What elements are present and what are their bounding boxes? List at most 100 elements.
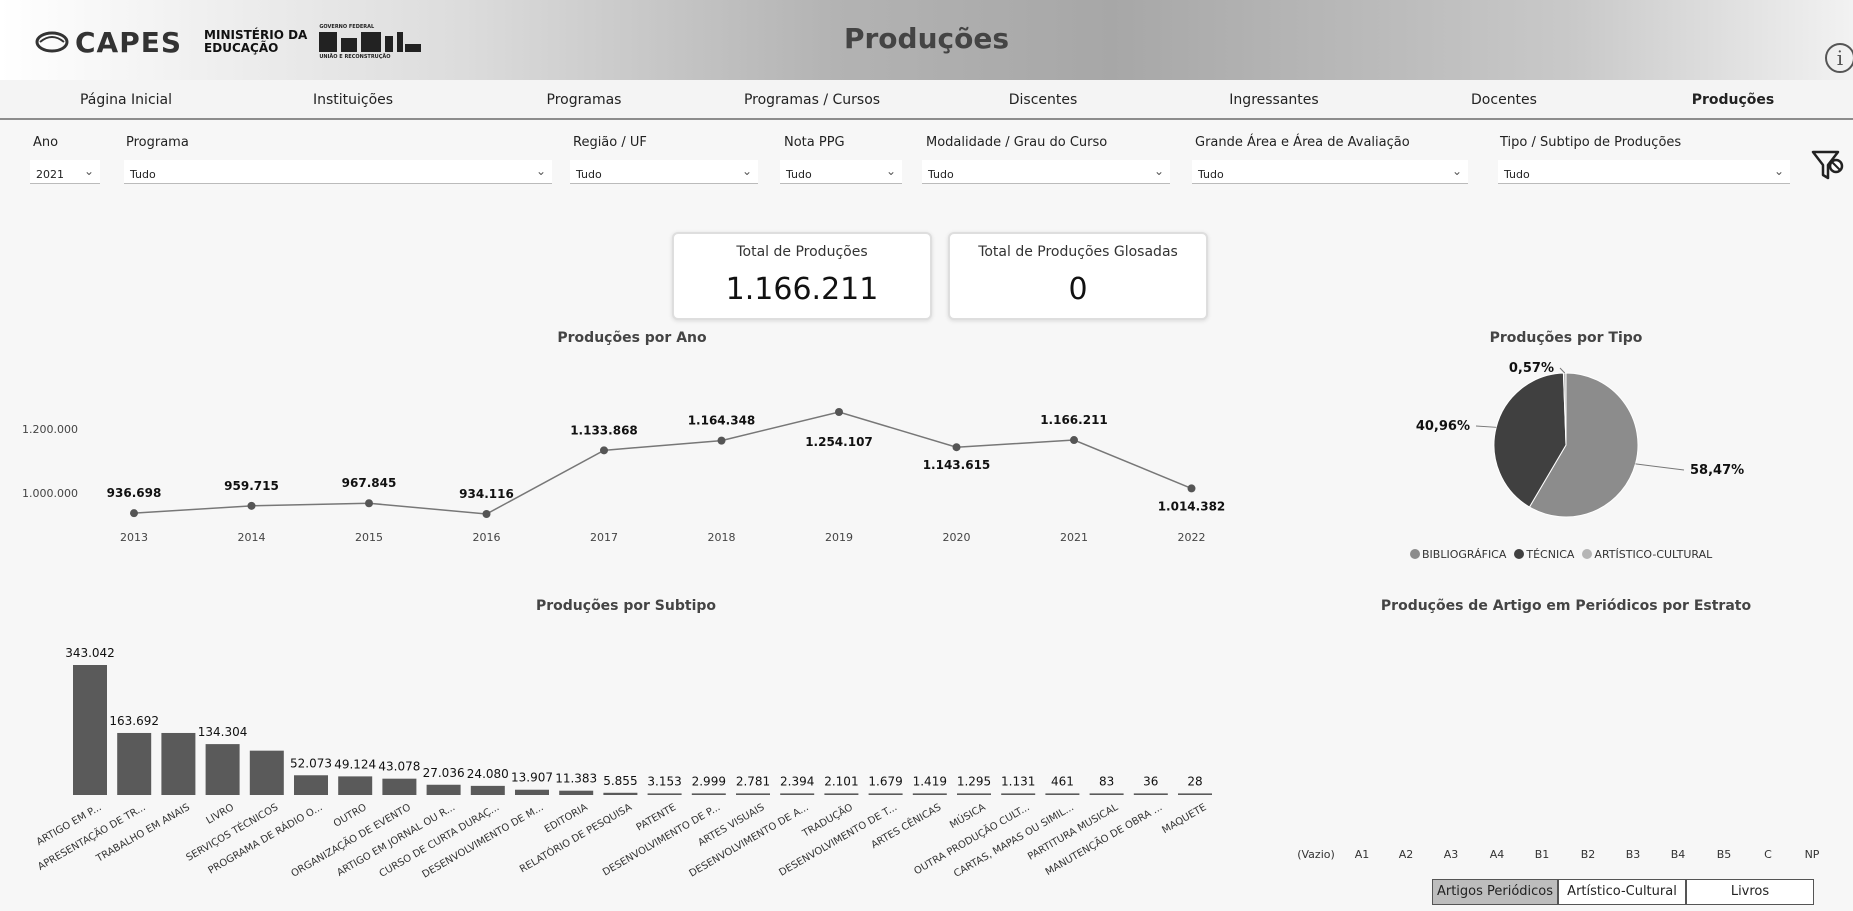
data-label: 43.078 xyxy=(378,760,420,774)
data-label: 24.080 xyxy=(467,767,509,781)
filter-nota-select[interactable]: Tudo ⌄ xyxy=(780,160,902,184)
data-label: 934.116 xyxy=(459,487,514,501)
bar[interactable] xyxy=(1089,793,1124,795)
data-label: 1.254.107 xyxy=(805,435,873,449)
pie-leader-line xyxy=(1475,425,1497,428)
bar[interactable] xyxy=(1045,793,1080,795)
bar[interactable] xyxy=(161,732,196,795)
bar-chart: 343.042ARTIGO EM P...163.692APRESENTAÇÃO… xyxy=(35,646,1212,881)
x-tick-label: 2014 xyxy=(238,531,266,544)
line-point[interactable] xyxy=(247,501,256,510)
tab-instituicoes[interactable]: Instituições xyxy=(313,92,393,108)
line-point[interactable] xyxy=(1187,484,1196,493)
data-label: 343.042 xyxy=(65,646,115,660)
bar[interactable] xyxy=(426,784,461,795)
tab-producoes[interactable]: Produções xyxy=(1692,92,1775,108)
data-label: 5.855 xyxy=(603,774,637,788)
bar-chart-title: Produções por Subtipo xyxy=(535,598,717,614)
x-tick-label: 2013 xyxy=(120,531,148,544)
bar[interactable] xyxy=(559,790,594,795)
data-label: 163.692 xyxy=(109,714,159,728)
info-icon[interactable]: i xyxy=(1825,43,1853,73)
filter-programa-select[interactable]: Tudo ⌄ xyxy=(124,160,552,184)
filter-label-nota: Nota PPG xyxy=(784,135,845,150)
toggle-artistico-cultural[interactable]: Artístico-Cultural xyxy=(1558,879,1686,905)
x-tick-label: MÚSICA xyxy=(947,800,987,831)
data-label: 49.124 xyxy=(334,757,376,771)
line-point[interactable] xyxy=(717,436,726,445)
line-point[interactable] xyxy=(600,446,608,455)
bar[interactable] xyxy=(1133,793,1168,795)
line-point[interactable] xyxy=(365,499,373,508)
line-point[interactable] xyxy=(835,408,843,416)
data-label: 52.073 xyxy=(290,756,332,770)
legend-item-artistico[interactable]: ARTÍSTICO-CULTURAL xyxy=(1582,548,1712,561)
bar[interactable] xyxy=(957,793,991,795)
toggle-artigos-periodicos[interactable]: Artigos Periódicos xyxy=(1432,879,1558,905)
bar[interactable] xyxy=(117,732,152,795)
tab-discentes[interactable]: Discentes xyxy=(1009,92,1078,108)
bar[interactable] xyxy=(824,793,859,795)
filter-modalidade-select[interactable]: Tudo ⌄ xyxy=(922,160,1170,184)
total-producoes-card: Total de Produções 1.166.211 xyxy=(672,232,932,320)
data-label: 83 xyxy=(1099,774,1114,788)
data-label: 134.304 xyxy=(198,725,248,739)
bar[interactable] xyxy=(603,792,638,795)
tab-programas[interactable]: Programas xyxy=(547,92,622,108)
pie-leader-line xyxy=(1559,367,1566,374)
tab-docentes[interactable]: Docentes xyxy=(1471,92,1537,108)
toggle-livros[interactable]: Livros xyxy=(1686,879,1814,905)
bar[interactable] xyxy=(515,789,549,795)
data-label: 36 xyxy=(1143,774,1158,788)
bar[interactable] xyxy=(338,776,373,795)
line-chart: 1.000.000 1.200.000 936.698 2013 959.715 2014… xyxy=(22,408,1225,544)
line-point[interactable] xyxy=(482,509,491,518)
bar[interactable] xyxy=(868,793,903,795)
filter-ano-select[interactable]: 2021 ⌄ xyxy=(30,160,100,184)
bar[interactable] xyxy=(780,793,815,795)
pie-label: 58,47% xyxy=(1690,463,1744,478)
strata-category: C xyxy=(1764,848,1772,861)
filter-tipo-select[interactable]: Tudo ⌄ xyxy=(1498,160,1790,184)
filter-label-tipo: Tipo / Subtipo de Produções xyxy=(1500,135,1682,150)
bar[interactable] xyxy=(470,785,505,795)
legend-dot xyxy=(1410,549,1420,559)
line-point[interactable] xyxy=(952,443,961,452)
bar[interactable] xyxy=(73,665,107,795)
strata-chart-title: Produções de Artigo em Periódicos por Es… xyxy=(1380,598,1752,614)
x-tick-label: 2015 xyxy=(355,531,383,544)
x-tick-label: 2019 xyxy=(825,531,853,544)
tab-pagina-inicial[interactable]: Página Inicial xyxy=(80,92,172,108)
bar[interactable] xyxy=(205,744,240,795)
legend-item-tecnica[interactable]: TÉCNICA xyxy=(1514,548,1574,561)
strata-category: B2 xyxy=(1580,848,1596,861)
bar[interactable] xyxy=(1001,793,1036,795)
data-label: 959.715 xyxy=(224,479,279,493)
bar[interactable] xyxy=(249,750,284,795)
filter-label-programa: Programa xyxy=(126,135,189,150)
bar[interactable] xyxy=(294,775,328,795)
bar[interactable] xyxy=(912,793,947,795)
bar[interactable] xyxy=(691,793,726,795)
strata-category: (Vazio) xyxy=(1297,848,1335,861)
strata-category: A2 xyxy=(1398,848,1414,861)
tab-ingressantes[interactable]: Ingressantes xyxy=(1229,92,1318,108)
bar[interactable] xyxy=(382,778,417,795)
chevron-down-icon: ⌄ xyxy=(1153,164,1164,178)
total-glosadas-card: Total de Produções Glosadas 0 xyxy=(948,232,1208,320)
line-point[interactable] xyxy=(1070,436,1078,445)
bar[interactable] xyxy=(736,793,770,795)
x-tick-label: 2021 xyxy=(1060,531,1088,544)
filter-clear-icon[interactable] xyxy=(1810,148,1844,184)
tab-programas-cursos[interactable]: Programas / Cursos xyxy=(744,92,880,108)
legend-item-bibliografica[interactable]: BIBLIOGRÁFICA xyxy=(1410,548,1506,561)
strata-category: A4 xyxy=(1489,848,1505,861)
data-label: 27.036 xyxy=(423,766,465,780)
legend-dot xyxy=(1514,549,1525,559)
filter-regiao-select[interactable]: Tudo ⌄ xyxy=(570,160,758,184)
bar[interactable] xyxy=(647,793,682,795)
filter-area-select[interactable]: Tudo ⌄ xyxy=(1192,160,1468,184)
line-point[interactable] xyxy=(130,509,138,518)
bar[interactable] xyxy=(1178,793,1212,795)
data-label: 1.166.211 xyxy=(1040,413,1108,427)
